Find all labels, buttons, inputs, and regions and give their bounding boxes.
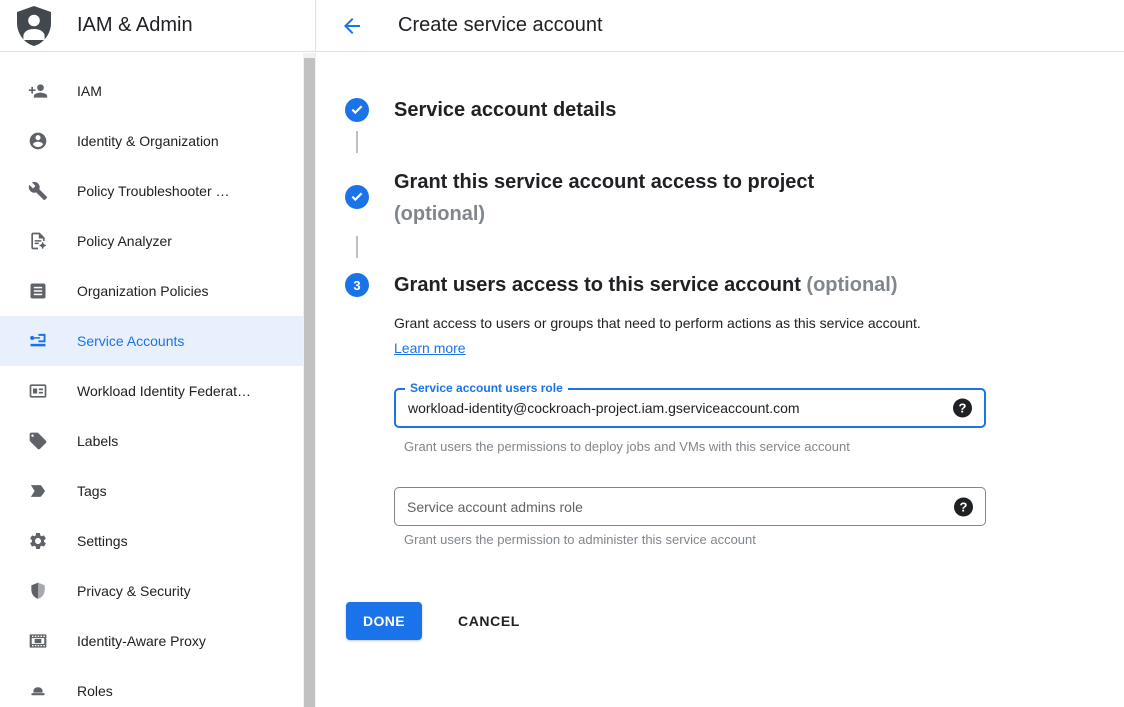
- sidebar-item-label: Labels: [77, 433, 118, 449]
- sidebar: IAM & Admin IAM Identity & Organization …: [0, 0, 316, 707]
- sidebar-item-service-accounts[interactable]: Service Accounts: [0, 316, 303, 366]
- sidebar-item-label: Organization Policies: [77, 283, 209, 299]
- card-icon: [28, 381, 48, 401]
- sidebar-item-settings[interactable]: Settings: [0, 516, 303, 566]
- help-icon[interactable]: ?: [954, 497, 973, 516]
- sidebar-item-organization-policies[interactable]: Organization Policies: [0, 266, 303, 316]
- sidebar-nav: IAM Identity & Organization Policy Troub…: [0, 53, 303, 707]
- sidebar-item-label: Roles: [77, 683, 113, 699]
- gear-icon: [28, 531, 48, 551]
- help-icon[interactable]: ?: [953, 399, 972, 418]
- sidebar-item-label: Service Accounts: [77, 333, 184, 349]
- scrollbar-thumb[interactable]: [304, 58, 315, 707]
- sidebar-item-label: Tags: [77, 483, 107, 499]
- step3-number-badge: 3: [345, 273, 369, 297]
- step2-check-icon: [345, 185, 369, 209]
- step3-title-text: Grant users access to this service accou…: [394, 274, 801, 296]
- sidebar-item-label: Identity & Organization: [77, 133, 219, 149]
- person-add-icon: [28, 81, 48, 101]
- step-connector: [356, 236, 358, 258]
- cancel-button[interactable]: CANCEL: [450, 602, 528, 640]
- sidebar-item-label: Settings: [77, 533, 128, 549]
- sidebar-item-roles[interactable]: Roles: [0, 666, 303, 707]
- label-tag-icon: [28, 431, 48, 451]
- description-text: Grant access to users or groups that nee…: [394, 315, 921, 331]
- step3-optional-text: (optional): [806, 274, 897, 296]
- step1-title-text: Service account details: [394, 99, 616, 121]
- done-button[interactable]: DONE: [346, 602, 422, 640]
- main-header: Create service account: [316, 0, 1124, 52]
- service-account-admins-role-field: ?: [394, 487, 986, 526]
- account-circle-icon: [28, 131, 48, 151]
- sidebar-scrollbar[interactable]: [303, 53, 316, 707]
- sidebar-item-iam[interactable]: IAM: [0, 66, 303, 116]
- sidebar-item-label: Identity-Aware Proxy: [77, 633, 206, 649]
- wrench-icon: [28, 181, 48, 201]
- sidebar-item-identity-aware-proxy[interactable]: Identity-Aware Proxy: [0, 616, 303, 666]
- service-account-key-icon: [28, 331, 48, 351]
- shield-half-icon: [28, 581, 48, 601]
- step1-title: Service account details: [394, 96, 616, 124]
- sidebar-item-label: Privacy & Security: [77, 583, 191, 599]
- tag-arrow-icon: [28, 481, 48, 501]
- admins-role-helper-text: Grant users the permission to administer…: [404, 532, 756, 547]
- step2-title: Grant this service account access to pro…: [394, 166, 814, 230]
- sidebar-item-tags[interactable]: Tags: [0, 466, 303, 516]
- admins-role-input[interactable]: [395, 488, 985, 525]
- sidebar-item-label: Workload Identity Federat…: [77, 383, 251, 399]
- product-title: IAM & Admin: [77, 14, 193, 37]
- step3-title: Grant users access to this service accou…: [394, 271, 898, 299]
- users-role-helper-text: Grant users the permissions to deploy jo…: [404, 439, 850, 454]
- document-gear-icon: [28, 231, 48, 251]
- gcp-console-window: IAM & Admin IAM Identity & Organization …: [0, 0, 1124, 707]
- sidebar-item-label: Policy Troubleshooter …: [77, 183, 230, 199]
- users-role-floating-label: Service account users role: [405, 381, 568, 396]
- page-title: Create service account: [398, 14, 603, 37]
- sidebar-header: IAM & Admin: [0, 0, 316, 52]
- learn-more-link[interactable]: Learn more: [394, 340, 466, 356]
- step2-optional-text: (optional): [394, 198, 814, 230]
- list-doc-icon: [28, 281, 48, 301]
- step1-check-icon: [345, 98, 369, 122]
- sidebar-item-label: IAM: [77, 83, 102, 99]
- step-connector: [356, 131, 358, 153]
- step2-title-text: Grant this service account access to pro…: [394, 171, 814, 193]
- main-panel: Create service account Service account d…: [316, 0, 1124, 707]
- step3-description: Grant access to users or groups that nee…: [394, 311, 946, 361]
- iam-admin-logo-shield-person-icon: [16, 6, 52, 46]
- sidebar-item-workload-identity-federation[interactable]: Workload Identity Federat…: [0, 366, 303, 416]
- sidebar-item-policy-analyzer[interactable]: Policy Analyzer: [0, 216, 303, 266]
- sidebar-item-identity-organization[interactable]: Identity & Organization: [0, 116, 303, 166]
- sidebar-item-privacy-security[interactable]: Privacy & Security: [0, 566, 303, 616]
- hat-icon: [28, 681, 48, 701]
- service-account-users-role-field: Service account users role ?: [394, 388, 986, 428]
- proxy-icon: [28, 631, 48, 651]
- sidebar-item-policy-troubleshooter[interactable]: Policy Troubleshooter …: [0, 166, 303, 216]
- sidebar-item-labels[interactable]: Labels: [0, 416, 303, 466]
- arrow-back-icon: [340, 14, 364, 38]
- sidebar-item-label: Policy Analyzer: [77, 233, 172, 249]
- back-button[interactable]: [340, 14, 364, 38]
